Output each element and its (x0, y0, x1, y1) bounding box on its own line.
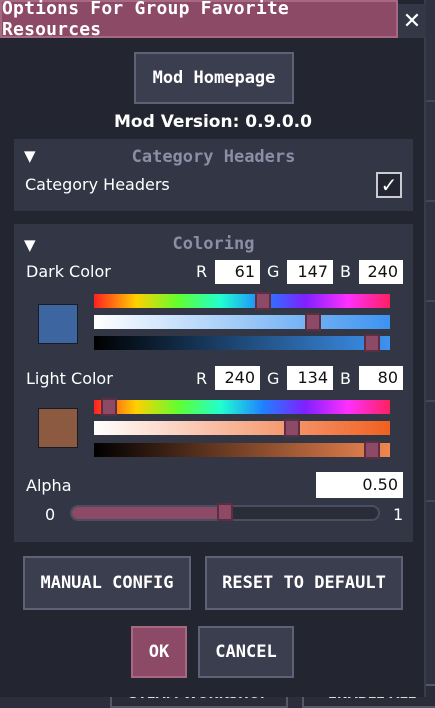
checkmark-icon: ✓ (380, 173, 398, 197)
dialog-title-text: Options For Group Favorite Resources (2, 0, 289, 40)
dark-saturation-handle[interactable] (305, 313, 322, 331)
background-row-divider (426, 300, 435, 302)
manual-config-button[interactable]: MANUAL CONFIG (23, 556, 191, 610)
light-g-label: G (267, 369, 280, 388)
background-row-divider (426, 400, 435, 402)
dark-b-input[interactable]: 240 (359, 260, 403, 284)
light-hue-handle[interactable] (100, 398, 117, 416)
dark-r-input[interactable]: 61 (215, 260, 260, 284)
dark-value-handle[interactable] (364, 334, 381, 352)
light-color-label: Light Color (26, 369, 113, 388)
light-hue-slider[interactable] (94, 398, 390, 416)
alpha-slider-fill (72, 507, 225, 519)
light-r-label: R (196, 369, 208, 388)
alpha-label: Alpha (26, 476, 72, 495)
options-dialog: Options For Group Favorite Resources ✕ M… (0, 0, 426, 697)
mod-homepage-button[interactable]: Mod Homepage (134, 52, 294, 104)
background-column (426, 0, 435, 697)
mod-version: Mod Version: 0.9.0.0 (114, 112, 312, 132)
alpha-min-label: 0 (45, 505, 56, 524)
dark-saturation-slider[interactable] (94, 313, 390, 331)
light-saturation-slider[interactable] (94, 419, 390, 437)
category-headers-label: Category Headers (25, 175, 170, 194)
light-color-swatch (38, 408, 78, 448)
light-value-slider[interactable] (94, 441, 390, 459)
close-button[interactable]: ✕ (398, 4, 426, 38)
light-value-handle[interactable] (364, 441, 381, 459)
alpha-max-label: 1 (393, 505, 404, 524)
alpha-slider-handle[interactable] (217, 503, 233, 521)
category-headers-section: ▼ Category Headers Category Headers ✓ (14, 139, 413, 211)
light-r-input[interactable]: 240 (215, 366, 260, 390)
dark-value-slider[interactable] (94, 334, 390, 352)
category-headers-checkbox[interactable]: ✓ (376, 172, 402, 198)
dark-color-label: Dark Color (26, 262, 111, 281)
dark-g-label: G (267, 262, 280, 281)
background-row-divider (426, 500, 435, 502)
light-g-input[interactable]: 134 (287, 366, 333, 390)
category-headers-heading[interactable]: Category Headers (14, 147, 413, 167)
reset-to-default-button[interactable]: RESET TO DEFAULT (205, 556, 403, 610)
ok-button[interactable]: OK (131, 626, 187, 678)
background-row-divider (426, 200, 435, 202)
light-b-input[interactable]: 80 (359, 366, 403, 390)
dark-hue-slider[interactable] (94, 292, 390, 310)
dark-r-label: R (196, 262, 208, 281)
dark-hue-handle[interactable] (254, 292, 271, 310)
dark-g-input[interactable]: 147 (287, 260, 333, 284)
close-icon: ✕ (402, 8, 422, 34)
cancel-button[interactable]: CANCEL (198, 626, 294, 678)
light-saturation-handle[interactable] (284, 419, 301, 437)
light-b-label: B (340, 369, 351, 388)
dialog-title: Options For Group Favorite Resources (0, 0, 398, 40)
coloring-heading[interactable]: Coloring (14, 234, 413, 254)
dark-color-swatch (38, 304, 78, 344)
alpha-input[interactable]: 0.50 (316, 472, 403, 498)
dark-b-label: B (340, 262, 351, 281)
background-row-divider (426, 100, 435, 102)
